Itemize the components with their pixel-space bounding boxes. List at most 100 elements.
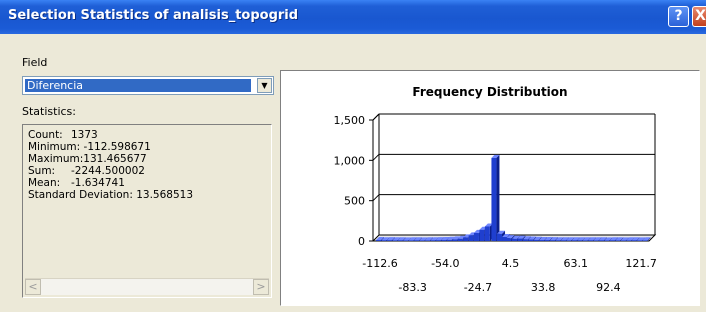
bar-side <box>496 154 500 241</box>
stat-value: 131.465677 <box>83 153 147 165</box>
horizontal-scrollbar[interactable]: < > <box>25 278 269 295</box>
histogram-bar <box>381 240 387 241</box>
histogram-bar <box>435 240 441 241</box>
stat-minimum: Minimum: -112.598671 <box>28 141 151 153</box>
y-tick-label: 1,500 <box>334 114 366 127</box>
window-title: Selection Statistics of analisis_topogri… <box>8 8 299 23</box>
gridline-edge <box>372 194 380 202</box>
histogram-bar <box>397 240 403 241</box>
x-tick-label: -83.3 <box>398 281 426 294</box>
histogram-bar <box>468 235 474 241</box>
chart-panel: Frequency Distribution 0 500 1,000 1,500 -11… <box>280 70 700 306</box>
stat-key: Maximum: <box>28 153 84 165</box>
histogram-bar <box>408 240 414 241</box>
stat-maximum: Maximum:131.465677 <box>28 153 147 165</box>
histogram-bar <box>528 239 534 241</box>
y-tick-label: 500 <box>344 195 365 208</box>
stat-value: 13.568513 <box>136 189 193 201</box>
histogram-bar <box>582 240 588 241</box>
stat-std-dev: Standard Deviation: 13.568513 <box>28 189 193 201</box>
stat-key: Sum: <box>28 165 56 177</box>
histogram-bar <box>598 240 604 241</box>
x-tick-label: 33.8 <box>531 281 556 294</box>
histogram-bar <box>403 240 409 241</box>
field-dropdown[interactable]: Diferencia ▼ <box>22 76 274 95</box>
x-tick-label: 63.1 <box>564 257 589 270</box>
statistics-textbox[interactable]: Count: 1373 Minimum: -112.598671 Maximum… <box>22 124 272 298</box>
histogram-bar <box>642 240 648 241</box>
histogram-bar <box>491 157 497 241</box>
histogram-bar <box>550 240 556 241</box>
histogram-bar <box>539 240 545 241</box>
histogram-bar <box>544 240 550 241</box>
stat-mean: Mean: -1.634741 <box>28 177 125 189</box>
stat-key: Mean: <box>28 177 61 189</box>
histogram-bar <box>555 240 561 241</box>
y-tick-label: 0 <box>358 235 365 248</box>
histogram-bar <box>497 233 503 241</box>
gridline-edge <box>372 113 380 121</box>
histogram-bar <box>452 239 458 241</box>
histogram-bar <box>479 229 485 241</box>
histogram-bar <box>533 239 539 241</box>
histogram-bar <box>441 240 447 241</box>
x-tick-label: -112.6 <box>362 257 397 270</box>
histogram-bar <box>414 240 420 241</box>
stat-sum: Sum: -2244.500002 <box>28 165 145 177</box>
histogram-bar <box>506 238 512 241</box>
stat-value: -2244.500002 <box>71 165 145 177</box>
histogram-bar <box>560 240 566 241</box>
histogram-bar <box>517 238 523 241</box>
help-button[interactable]: ? <box>668 6 689 27</box>
x-tick-label: -24.7 <box>464 281 492 294</box>
histogram-bar <box>637 240 643 241</box>
x-tick-label: 121.7 <box>625 257 657 270</box>
histogram-bar <box>457 238 463 241</box>
chevron-down-icon[interactable]: ▼ <box>257 78 272 93</box>
histogram-bar <box>430 240 436 241</box>
stat-count: Count: 1373 <box>28 129 98 141</box>
histogram-bar <box>522 239 528 241</box>
statistics-label: Statistics: <box>22 105 76 118</box>
histogram-bar <box>566 240 572 241</box>
stat-value: -1.634741 <box>71 177 125 189</box>
histogram-bar <box>484 226 490 241</box>
histogram-bar <box>473 232 479 241</box>
histogram-bar <box>609 240 615 241</box>
x-tick-label: 92.4 <box>596 281 621 294</box>
histogram-bar <box>588 240 594 241</box>
stat-value: -112.598671 <box>83 141 151 153</box>
histogram-bar <box>593 240 599 241</box>
histogram-bar <box>425 240 431 241</box>
x-tick-label: -54.0 <box>431 257 459 270</box>
histogram-bar <box>463 237 469 241</box>
gridline-edge <box>372 153 380 161</box>
stat-key: Standard Deviation: <box>28 189 133 201</box>
histogram-bar <box>577 240 583 241</box>
histogram-bar <box>502 236 508 241</box>
title-bar[interactable]: Selection Statistics of analisis_topogri… <box>0 0 706 34</box>
y-tick-label: 1,000 <box>334 154 366 167</box>
histogram-bar <box>419 240 425 241</box>
histogram-bar <box>511 238 517 241</box>
histogram-bar <box>604 240 610 241</box>
stat-key: Minimum: <box>28 141 81 153</box>
frequency-histogram: 0 500 1,000 1,500 -112.6 -54.0 4.5 63.1 121.7 -83… <box>334 113 657 294</box>
x-tick-label: 4.5 <box>502 257 520 270</box>
histogram-bar <box>392 240 398 241</box>
scroll-left-icon[interactable]: < <box>25 279 41 295</box>
histogram-bar <box>376 240 382 241</box>
stat-value: 1373 <box>71 129 98 141</box>
statistics-dialog: Selection Statistics of analisis_topogri… <box>0 0 706 312</box>
histogram-bar <box>631 240 637 241</box>
stat-key: Count: <box>28 129 63 141</box>
histogram-bar <box>386 240 392 241</box>
field-dropdown-value[interactable]: Diferencia <box>25 79 251 92</box>
histogram-bar <box>446 239 452 241</box>
close-button[interactable]: X <box>692 6 706 27</box>
histogram-bar <box>571 240 577 241</box>
scroll-right-icon[interactable]: > <box>253 279 269 295</box>
histogram-bar <box>615 240 621 241</box>
field-label: Field <box>22 56 48 69</box>
histogram-bar <box>626 240 632 241</box>
